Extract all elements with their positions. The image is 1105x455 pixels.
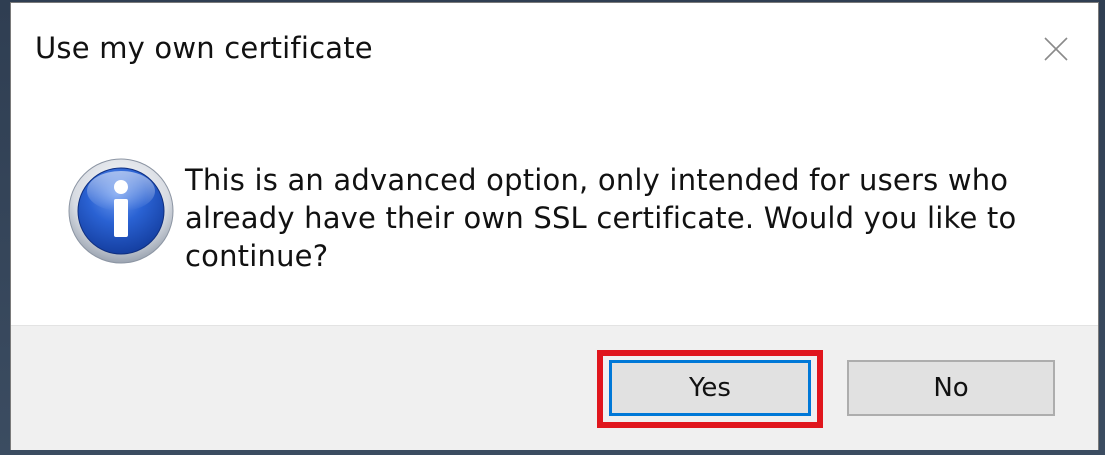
dialog-message: This is an advanced option, only intende… [185, 163, 1017, 273]
close-button[interactable] [1036, 29, 1076, 69]
dialog-titlebar: Use my own certificate [11, 3, 1098, 93]
close-icon [1044, 37, 1068, 61]
yes-button[interactable]: Yes [609, 360, 811, 416]
dialog-title: Use my own certificate [35, 31, 373, 65]
no-button[interactable]: No [847, 360, 1055, 416]
message-dialog: Use my own certificate This is an advanc… [10, 2, 1099, 450]
dialog-button-bar: Yes No [11, 325, 1098, 450]
dialog-content: This is an advanced option, only intende… [11, 93, 1098, 325]
information-icon [68, 158, 174, 264]
